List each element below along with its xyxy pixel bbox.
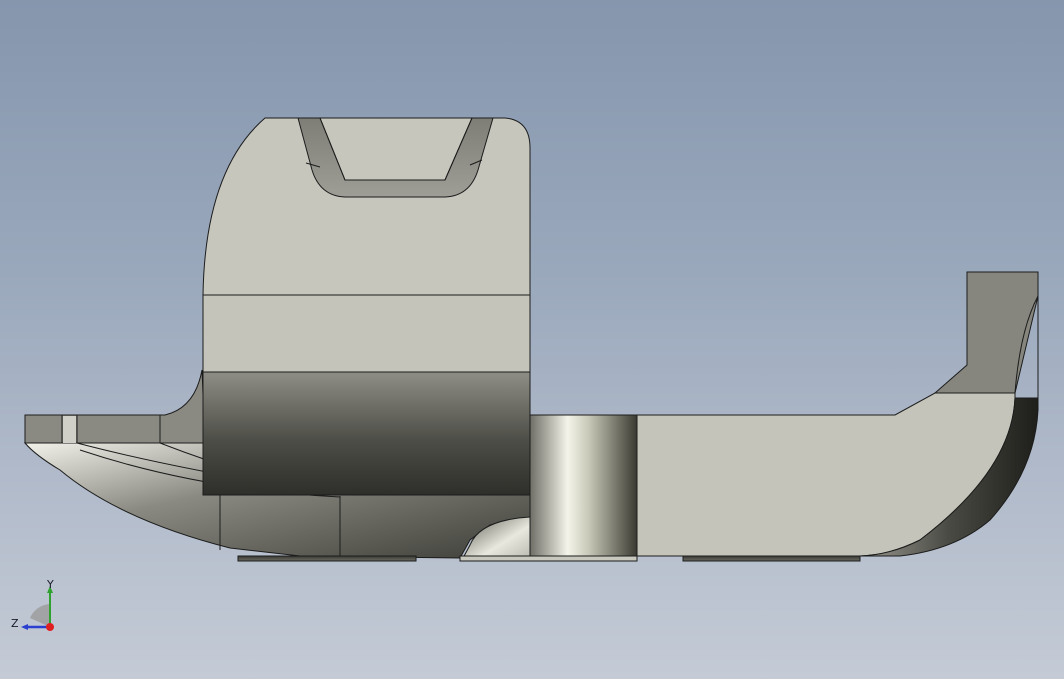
right-tab-upright: [933, 271, 1039, 394]
foot-left: [237, 555, 417, 562]
x-axis-dot-icon: [46, 623, 54, 631]
foot-right: [682, 555, 861, 562]
view-orientation-triad[interactable]: Y Z: [8, 578, 64, 634]
y-axis-label: Y: [46, 578, 54, 591]
cad-part-model[interactable]: [0, 0, 1064, 679]
triad-sector-shading: [30, 604, 50, 627]
upright-block-lower: [202, 371, 531, 496]
left-flange: [24, 369, 206, 444]
3d-viewport[interactable]: Y Z: [0, 0, 1064, 679]
z-axis-arrow-icon: [21, 624, 28, 630]
z-axis-label: Z: [11, 617, 19, 630]
cylindrical-bore: [529, 414, 638, 561]
foot-center: [459, 555, 638, 562]
upright-block-middle: [202, 294, 531, 373]
